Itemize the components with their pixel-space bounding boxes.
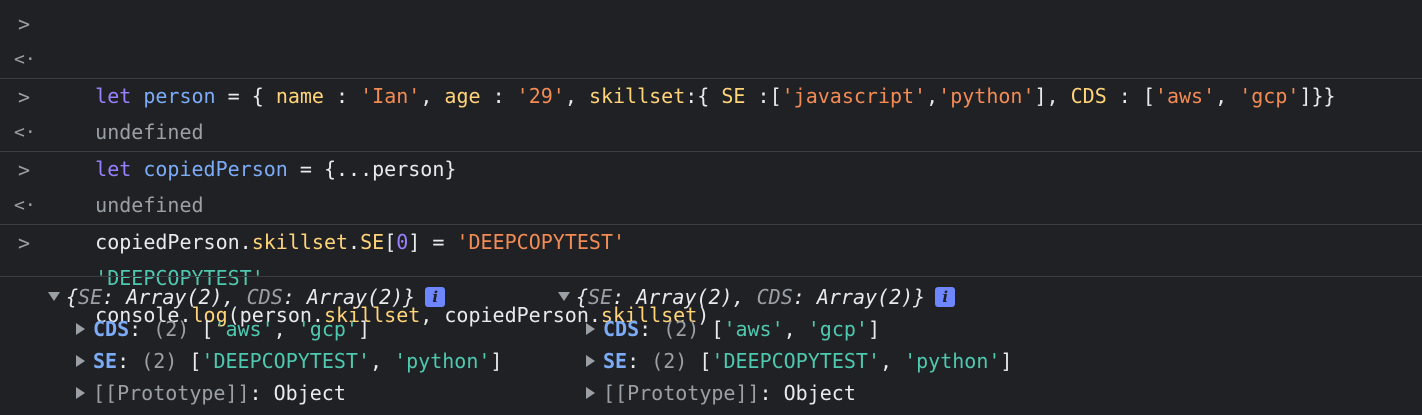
prompt-chevron-icon: > xyxy=(17,231,31,255)
summary-value: : Array(2)} xyxy=(792,285,926,309)
brace: { xyxy=(576,285,589,309)
colon: : xyxy=(759,381,784,405)
bracket: [ xyxy=(699,349,712,373)
return-arrow-icon: <· xyxy=(14,122,36,143)
bracket: ] xyxy=(867,317,881,341)
return-arrow-icon: <· xyxy=(14,49,36,70)
separator: , xyxy=(369,349,395,373)
bracket: ] xyxy=(1000,349,1013,373)
object-tree: {SE: Array(2), CDS: Array(2)} i CDS: (2) … xyxy=(48,281,502,409)
expand-triangle-icon[interactable] xyxy=(558,292,570,301)
console-result-line: <· undefined xyxy=(0,115,1422,217)
console-input-line[interactable]: > console.log(person.skillset, copiedPer… xyxy=(0,224,1422,327)
property-key: SE xyxy=(93,349,118,373)
bracket: [ xyxy=(201,317,214,341)
console-log-output: {SE: Array(2), CDS: Array(2)} i CDS: (2) … xyxy=(0,276,1422,415)
string: 'python' xyxy=(394,349,491,373)
object-property-row[interactable]: CDS: (2) ['aws', 'gcp'] xyxy=(558,313,1012,345)
colon: : xyxy=(627,349,652,373)
string: 'DEEPCOPYTEST' xyxy=(711,349,880,373)
summary-key: SE xyxy=(78,285,103,309)
colon: : xyxy=(249,381,274,405)
string: 'gcp' xyxy=(807,317,868,341)
bracket: [ xyxy=(711,317,724,341)
object-property-row[interactable]: [[Prototype]]: Object xyxy=(558,377,1012,409)
bracket: ] xyxy=(490,349,503,373)
object-tree: {SE: Array(2), CDS: Array(2)} i CDS: (2) … xyxy=(558,281,1012,409)
property-key: SE xyxy=(603,349,628,373)
string: 'DEEPCOPYTEST' xyxy=(201,349,370,373)
property-key: [[Prototype]] xyxy=(93,381,250,405)
summary-value: : Array(2), xyxy=(102,285,247,309)
bracket: ] xyxy=(357,317,371,341)
collapse-triangle-icon[interactable] xyxy=(586,322,595,335)
property-key: CDS xyxy=(603,317,640,341)
summary-key: SE xyxy=(588,285,613,309)
console-result-line: <· undefined xyxy=(0,42,1422,144)
brace: { xyxy=(66,285,79,309)
string: 'gcp' xyxy=(297,317,358,341)
object-property-row[interactable]: CDS: (2) ['aws', 'gcp'] xyxy=(48,313,502,345)
colon: : xyxy=(117,349,142,373)
property-key: [[Prototype]] xyxy=(603,381,760,405)
expand-triangle-icon[interactable] xyxy=(48,292,60,301)
colon: : xyxy=(639,317,664,341)
collapse-triangle-icon[interactable] xyxy=(76,354,85,367)
property-value: Object xyxy=(783,381,856,405)
console-input-line[interactable]: > let copiedPerson = {...person} xyxy=(0,78,1422,181)
info-icon[interactable]: i xyxy=(425,286,446,307)
array-count: (2) xyxy=(141,349,190,373)
collapse-triangle-icon[interactable] xyxy=(76,322,85,335)
separator: , xyxy=(273,317,298,341)
array-count: (2) xyxy=(153,317,202,341)
summary-value: : Array(2), xyxy=(612,285,757,309)
collapse-triangle-icon[interactable] xyxy=(76,386,85,399)
object-summary[interactable]: {SE: Array(2), CDS: Array(2)} i xyxy=(48,281,502,313)
object-property-row[interactable]: SE: (2) ['DEEPCOPYTEST', 'python'] xyxy=(48,345,502,377)
separator: , xyxy=(783,317,808,341)
console-input-line[interactable]: > copiedPerson.skillset.SE[0] = 'DEEPCOP… xyxy=(0,151,1422,254)
collapse-triangle-icon[interactable] xyxy=(586,386,595,399)
string: 'aws' xyxy=(213,317,274,341)
string: 'aws' xyxy=(723,317,784,341)
property-key: CDS xyxy=(93,317,130,341)
object-summary[interactable]: {SE: Array(2), CDS: Array(2)} i xyxy=(558,281,1012,313)
property-value: Object xyxy=(273,381,346,405)
summary-value: : Array(2)} xyxy=(282,285,416,309)
separator: , xyxy=(879,349,905,373)
object-property-row[interactable]: SE: (2) ['DEEPCOPYTEST', 'python'] xyxy=(558,345,1012,377)
summary-key: CDS xyxy=(756,285,793,309)
return-arrow-icon: <· xyxy=(14,195,36,216)
array-count: (2) xyxy=(663,317,712,341)
collapse-triangle-icon[interactable] xyxy=(586,354,595,367)
string: 'python' xyxy=(904,349,1001,373)
console-input-line[interactable]: > let person = { name : 'Ian', age : '29… xyxy=(0,6,1422,108)
prompt-chevron-icon: > xyxy=(17,158,31,182)
object-property-row[interactable]: [[Prototype]]: Object xyxy=(48,377,502,409)
console-result-line: <· 'DEEPCOPYTEST' xyxy=(0,188,1422,290)
prompt-chevron-icon: > xyxy=(17,85,31,109)
array-count: (2) xyxy=(651,349,700,373)
info-icon[interactable]: i xyxy=(935,286,956,307)
colon: : xyxy=(129,317,154,341)
bracket: [ xyxy=(189,349,202,373)
summary-key: CDS xyxy=(246,285,283,309)
devtools-console: > let person = { name : 'Ian', age : '29… xyxy=(0,6,1422,414)
prompt-chevron-icon: > xyxy=(17,12,31,36)
